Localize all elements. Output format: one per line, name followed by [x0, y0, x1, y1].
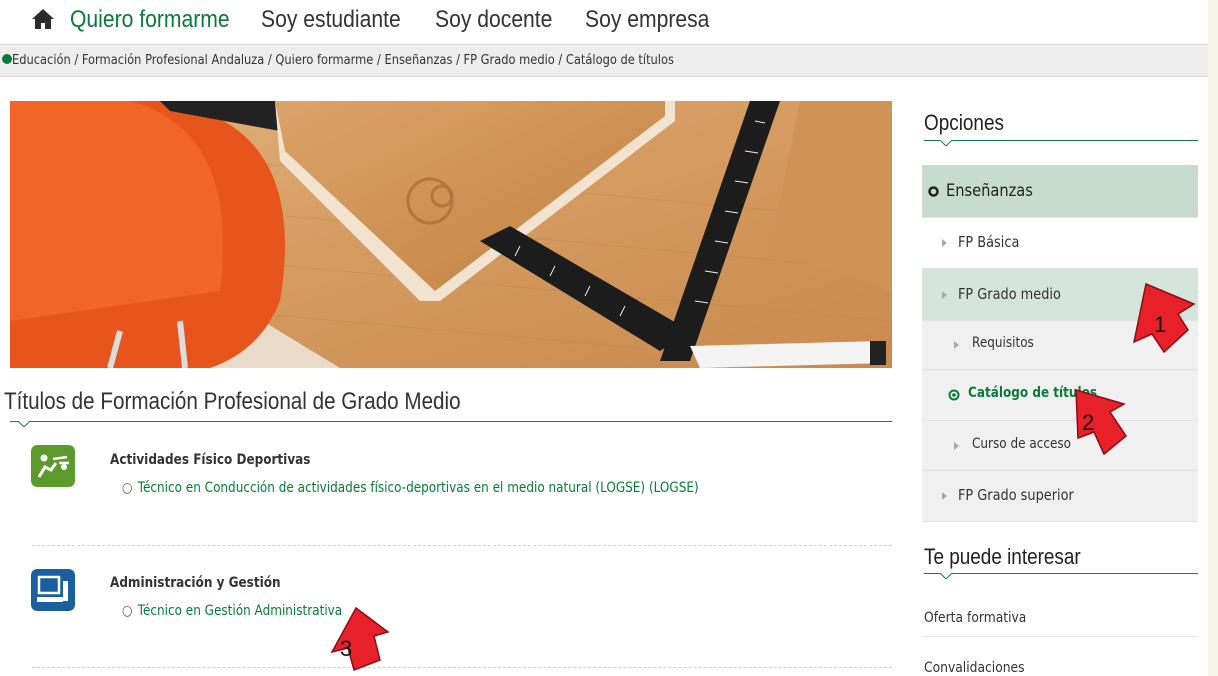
sidebar-interest-underline — [924, 573, 1198, 574]
link-convalidaciones[interactable]: Convalidaciones — [924, 660, 1025, 676]
family-title: Actividades Físico Deportivas — [110, 452, 311, 468]
title-link-text[interactable]: Técnico en Conducción de actividades fís… — [138, 480, 699, 496]
sidebar-item-label: Requisitos — [972, 335, 1034, 351]
computer-icon[interactable] — [31, 569, 75, 611]
title-link[interactable]: ○ Técnico en Gestión Administrativa — [122, 603, 342, 619]
sidebar-item-fp-grado-superior[interactable]: FP Grado superior — [922, 471, 1198, 522]
sidebar-item-label: FP Básica — [958, 233, 1020, 251]
sidebar-item-label: Curso de acceso — [972, 436, 1072, 452]
sidebar-chevron-icon — [940, 140, 952, 146]
sidebar-item-label: Enseñanzas — [946, 181, 1033, 201]
nav-soy-docente[interactable]: Soy docente — [435, 6, 552, 34]
bullet-circle-icon: ○ — [122, 603, 133, 619]
page-title: Títulos de Formación Profesional de Grad… — [4, 388, 461, 415]
divider — [922, 636, 1198, 637]
sidebar-item-curso-acceso[interactable]: Curso de acceso — [922, 421, 1198, 471]
sidebar-item-label: FP Grado medio — [958, 285, 1061, 303]
triangle-bullet-icon — [942, 239, 947, 247]
annotation-arrow-3: 3 — [330, 606, 390, 671]
nav-soy-empresa[interactable]: Soy empresa — [585, 6, 709, 34]
title-link-text[interactable]: Técnico en Gestión Administrativa — [138, 603, 343, 619]
triangle-bullet-icon — [954, 341, 959, 349]
breadcrumb-trail[interactable]: Educación / Formación Profesional Andalu… — [12, 53, 674, 68]
annotation-arrow-1: 1 — [1132, 282, 1196, 354]
sports-icon[interactable] — [31, 445, 75, 487]
title-underline — [10, 421, 892, 422]
hero-image — [10, 101, 892, 368]
nav-soy-estudiante[interactable]: Soy estudiante — [261, 6, 401, 34]
home-icon[interactable] — [30, 6, 56, 32]
circle-bullet-icon — [928, 186, 939, 197]
title-chevron-icon — [18, 421, 30, 427]
title-link[interactable]: ○ Técnico en Conducción de actividades fí… — [122, 480, 699, 496]
link-oferta-formativa[interactable]: Oferta formativa — [924, 610, 1026, 626]
sidebar-interest-title: Te puede interesar — [924, 544, 1081, 569]
annotation-number: 1 — [1154, 312, 1166, 337]
sidebar-item-catalogo[interactable]: Catálogo de títulos — [922, 370, 1198, 421]
bullet-circle-icon: ○ — [122, 480, 133, 496]
divider — [32, 667, 892, 668]
active-circle-icon — [948, 389, 960, 401]
sidebar-title-underline — [924, 140, 1198, 141]
nav-quiero-formarme[interactable]: Quiero formarme — [70, 6, 230, 34]
annotation-arrow-2: 2 — [1075, 388, 1128, 456]
breadcrumb: Educación / Formación Profesional Andalu… — [0, 44, 1208, 77]
divider — [32, 545, 892, 546]
triangle-bullet-icon — [942, 291, 947, 299]
sidebar-chevron-icon — [940, 573, 952, 579]
triangle-bullet-icon — [954, 442, 959, 450]
breadcrumb-marker-icon — [2, 54, 12, 64]
annotation-number: 2 — [1082, 410, 1094, 435]
top-navigation: Quiero formarme Soy estudiante Soy docen… — [0, 0, 1218, 44]
triangle-bullet-icon — [942, 492, 947, 500]
annotation-number: 3 — [340, 636, 352, 661]
page-edge — [1208, 0, 1218, 676]
sidebar-options-title: Opciones — [924, 110, 1004, 135]
family-title: Administración y Gestión — [110, 575, 281, 591]
sidebar-item-label: FP Grado superior — [958, 486, 1074, 504]
sidebar-item-ensenanzas[interactable]: Enseñanzas — [922, 165, 1198, 218]
sidebar-item-fp-basica[interactable]: FP Básica — [922, 218, 1198, 269]
